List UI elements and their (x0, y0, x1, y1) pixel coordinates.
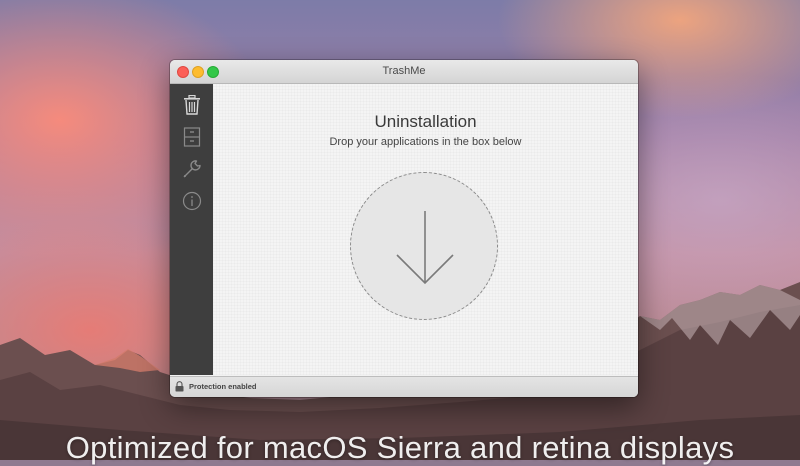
app-window: TrashMe Uninstallation Drop your applica… (170, 60, 638, 397)
lock-icon (175, 381, 184, 392)
info-icon (182, 191, 202, 211)
cabinet-icon (183, 127, 201, 147)
drop-zone[interactable] (350, 172, 498, 320)
status-text: Protection enabled (189, 382, 257, 391)
sidebar-item-uninstall[interactable] (179, 92, 205, 118)
promo-tagline: Optimized for macOS Sierra and retina di… (65, 430, 735, 465)
arrow-down-icon (396, 211, 454, 285)
window-title: TrashMe (382, 65, 426, 77)
trash-icon (184, 95, 200, 115)
sidebar (170, 84, 213, 375)
status-bar: Protection enabled (170, 376, 638, 397)
sidebar-item-cleaner[interactable] (179, 124, 205, 150)
page-title: Uninstallation (374, 112, 477, 131)
page-subtitle: Drop your applications in the box below (329, 136, 522, 148)
title-bar[interactable]: TrashMe (170, 60, 638, 84)
sidebar-item-tools[interactable] (179, 156, 205, 182)
wrench-icon (183, 160, 201, 178)
sidebar-item-about[interactable] (179, 188, 205, 214)
main-content: Uninstallation Drop your applications in… (213, 84, 638, 375)
